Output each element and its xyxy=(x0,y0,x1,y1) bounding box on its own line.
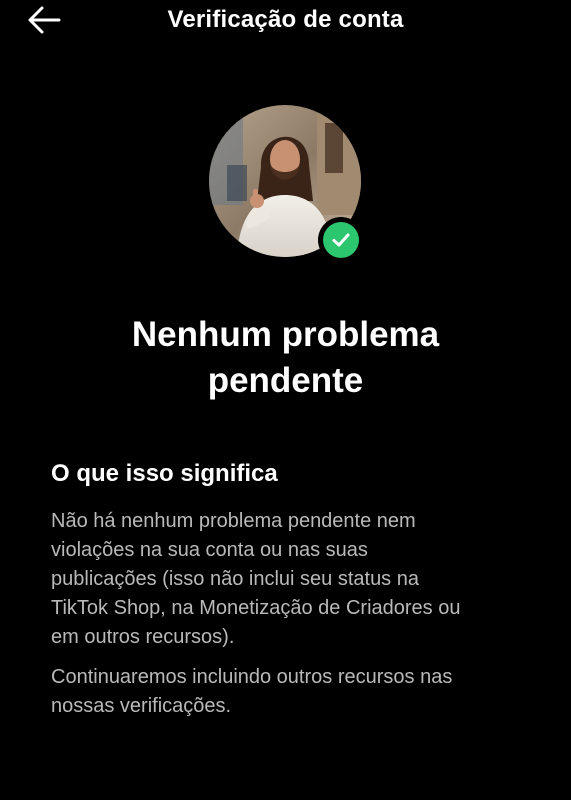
explanation-paragraph: Não há nenhum problema pendente nem viol… xyxy=(51,507,531,652)
profile-avatar-container xyxy=(209,105,364,263)
section-title: O que isso significa xyxy=(51,460,278,487)
paragraph-line: Continuaremos incluindo outros recursos … xyxy=(51,666,453,688)
paragraph-line: publicações (isso não inclui seu status … xyxy=(51,568,419,590)
paragraph-line: Não há nenhum problema pendente nem xyxy=(51,510,416,532)
paragraph-line: violações na sua conta ou nas suas xyxy=(51,539,368,561)
status-headline-line-1: Nenhum problema xyxy=(131,315,440,354)
paragraph-line: nossas verificações. xyxy=(51,695,232,717)
paragraph-line: TikTok Shop, na Monetização de Criadores… xyxy=(51,597,461,619)
additional-info-paragraph: Continuaremos incluindo outros recursos … xyxy=(51,663,531,721)
check-icon xyxy=(323,222,359,258)
top-bar: Verificação de conta xyxy=(0,0,571,44)
status-headline-line-2: pendente xyxy=(207,361,364,400)
page-title: Verificação de conta xyxy=(167,6,404,33)
verified-badge xyxy=(318,217,364,263)
paragraph-line: em outros recursos). xyxy=(51,626,235,648)
status-headline: Nenhum problema pendente xyxy=(40,312,531,404)
